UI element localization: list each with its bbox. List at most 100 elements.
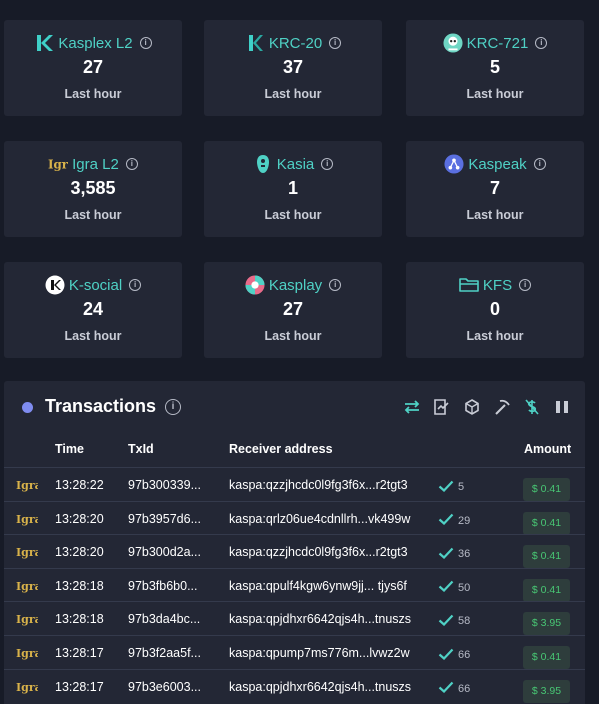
document-edit-icon[interactable] [432, 397, 452, 417]
kasplex-logo-icon [34, 33, 54, 53]
row-confirmations: 66 [438, 646, 470, 661]
row-time: 13:28:18 [55, 612, 104, 627]
row-txid[interactable]: 97b3da4bc... [128, 612, 200, 626]
row-time: 13:28:17 [55, 646, 104, 660]
igra-logo-icon: Igra [48, 154, 68, 174]
card-name: Kasplay [268, 276, 323, 294]
toolbar [402, 397, 572, 417]
igra-logo-icon: Igra [16, 645, 42, 661]
row-time: 13:28:20 [55, 511, 104, 526]
row-txid[interactable]: 97b3f2aa5f... [128, 646, 201, 660]
table-row[interactable]: Igra 13:28:22 97b300339... kaspa:qzzjhcdc0l… [4, 467, 585, 501]
cube-icon[interactable] [462, 397, 482, 417]
card-subtitle: Last hour [466, 208, 524, 222]
card-name: Kaspeak [468, 155, 527, 173]
info-icon[interactable]: i [321, 158, 334, 170]
table-row[interactable]: Igra 13:28:18 97b3fb6b0... kaspa:qpulf4kgw6… [4, 567, 585, 602]
card-value: 0 [489, 299, 500, 319]
card-subtitle: Last hour [264, 87, 322, 101]
row-txid[interactable]: 97b300d2a... [128, 545, 201, 559]
row-receiver[interactable]: kaspa:qrlz06ue4cdnllrh...vk499w [229, 512, 410, 526]
svg-text:Igra: Igra [16, 513, 38, 526]
card-kasia[interactable]: Kasia i 1 Last hour [204, 141, 382, 237]
table-row[interactable]: Igra 13:28:18 97b3da4bc... kaspa:qpjdhxr664… [4, 601, 585, 636]
row-receiver[interactable]: kaspa:qzzjhcdc0l9fg3f6x...r2tgt3 [229, 478, 408, 492]
card-krc-721[interactable]: KRC-721 i 5 Last hour [406, 20, 584, 116]
row-confirmations: 29 [438, 512, 470, 527]
card-subtitle: Last hour [264, 329, 322, 343]
confirmation-count: 66 [458, 682, 471, 695]
row-txid[interactable]: 97b300339... [128, 478, 201, 492]
info-icon[interactable]: i [165, 399, 181, 415]
krc20-logo-icon [245, 33, 265, 53]
row-txid[interactable]: 97b3fb6b0... [128, 579, 198, 593]
card-kasplay[interactable]: Kasplay i 27 Last hour [204, 262, 382, 358]
transfer-arrows-icon[interactable] [402, 397, 422, 417]
svg-text:Igra: Igra [16, 681, 38, 694]
card-name: Kasia [276, 155, 315, 173]
pickaxe-icon[interactable] [492, 397, 512, 417]
krc721-logo-icon [443, 33, 463, 53]
card-subtitle: Last hour [64, 208, 122, 222]
pause-icon[interactable] [552, 397, 572, 417]
card-kfs[interactable]: KFS i 0 Last hour [406, 262, 584, 358]
confirmation-count: 50 [458, 581, 471, 594]
table-row[interactable]: Igra 13:28:17 97b3f2aa5f... kaspa:qpump7ms7… [4, 635, 585, 669]
table-row[interactable]: Igra 13:28:20 97b300d2a... kaspa:qzzjhcdc0l… [4, 534, 585, 569]
card-kaspeak[interactable]: Kaspeak i 7 Last hour [406, 141, 584, 237]
card-value: 7 [489, 178, 500, 198]
row-receiver[interactable]: kaspa:qzzjhcdc0l9fg3f6x...r2tgt3 [229, 545, 408, 559]
info-icon[interactable]: i [129, 279, 142, 291]
row-time: 13:28:17 [55, 679, 104, 694]
panel-title: Transactions [45, 396, 157, 416]
amount-badge: $ 3.95 [523, 612, 570, 636]
svg-text:Igra: Igra [16, 580, 38, 593]
column-amount[interactable]: Amount [524, 442, 571, 456]
svg-text:Igra: Igra [16, 613, 38, 626]
info-icon[interactable]: i [125, 158, 138, 170]
card-value: 1 [287, 178, 298, 198]
kasia-logo-icon [253, 154, 273, 174]
table-row[interactable]: Igra 13:28:20 97b3957d6... kaspa:qrlz06ue4c… [4, 500, 585, 535]
column-receiver[interactable]: Receiver address [229, 442, 333, 456]
table-row[interactable]: Igra 13:28:17 97b3e6003... kaspa:qpjdhxr664… [4, 668, 585, 703]
card-name: Kasplex L2 [58, 34, 133, 52]
row-txid[interactable]: 97b3957d6... [128, 512, 201, 526]
row-confirmations: 58 [438, 612, 470, 627]
confirmation-count: 29 [458, 514, 471, 527]
row-txid[interactable]: 97b3e6003... [128, 680, 201, 694]
igra-logo-icon: Igra [16, 511, 42, 527]
card-subtitle: Last hour [64, 87, 122, 101]
svg-text:Igra: Igra [16, 647, 38, 660]
info-icon[interactable]: i [519, 279, 532, 291]
card-krc-20[interactable]: KRC-20 i 37 Last hour [204, 20, 382, 116]
checkmark-icon [438, 648, 454, 660]
row-confirmations: 66 [438, 680, 470, 695]
checkmark-icon [438, 614, 454, 626]
dollar-off-icon[interactable] [522, 397, 542, 417]
column-txid[interactable]: TxId [128, 442, 154, 456]
row-receiver[interactable]: kaspa:qpjdhxr6642qjs4h...tnuszs [229, 612, 411, 626]
card-k-social[interactable]: K-social i 24 Last hour [4, 262, 182, 358]
row-receiver[interactable]: kaspa:qpulf4kgw6ynw9jj... tjys6f [229, 579, 407, 593]
confirmation-count: 66 [458, 649, 471, 661]
card-subtitle: Last hour [466, 329, 524, 343]
info-icon[interactable]: i [535, 37, 548, 49]
row-receiver[interactable]: kaspa:qpump7ms776m...lvwz2w [229, 646, 410, 660]
column-time[interactable]: Time [55, 442, 84, 456]
svg-text:Igra: Igra [48, 158, 68, 172]
amount-badge: $ 0.41 [523, 478, 570, 501]
row-receiver[interactable]: kaspa:qpjdhxr6642qjs4h...tnuszs [229, 680, 411, 694]
info-icon[interactable]: i [329, 37, 342, 49]
igra-logo-icon: Igra [16, 578, 42, 594]
info-icon[interactable]: i [533, 158, 546, 170]
card-igra-l2[interactable]: Igra Igra L2 i 3,585 Last hour [4, 141, 182, 237]
card-value: 3,585 [70, 178, 116, 198]
card-value: 5 [489, 57, 500, 77]
igra-logo-icon: Igra [16, 544, 42, 560]
checkmark-icon [438, 547, 454, 559]
info-icon[interactable]: i [139, 37, 152, 49]
card-kasplex-l2[interactable]: Kasplex L2 i 27 Last hour [4, 20, 182, 116]
info-icon[interactable]: i [329, 279, 342, 291]
table-header: Time TxId Receiver address Amount [4, 442, 585, 458]
